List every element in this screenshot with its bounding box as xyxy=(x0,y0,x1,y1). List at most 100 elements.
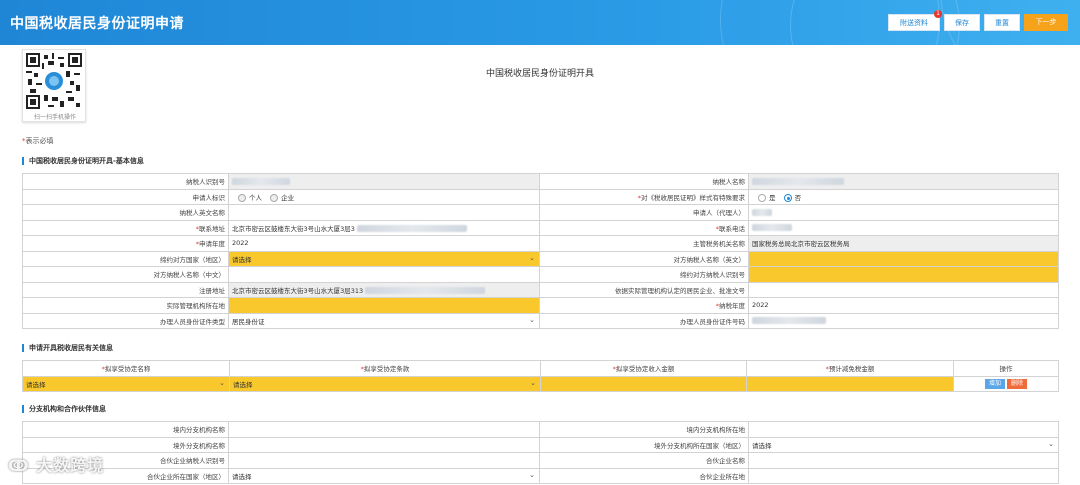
radio-special-no[interactable] xyxy=(783,193,792,202)
treaty-country-label: 缔约对方国家（地区） xyxy=(22,250,229,267)
tax-year-input[interactable]: 2022 xyxy=(748,297,1059,314)
qr-caption: 扫一扫手机操作 xyxy=(33,114,76,121)
treaty-actions: 增加 删除 xyxy=(953,375,1059,392)
watermark-logo-icon: ↂ xyxy=(8,456,30,475)
reg-addr-label: 注册地址 xyxy=(22,281,229,298)
qr-code-icon xyxy=(26,53,82,109)
apply-year-input[interactable]: 2022 xyxy=(228,235,540,252)
delete-row-button[interactable]: 删除 xyxy=(1007,378,1028,389)
qr-code-panel: 扫一扫手机操作 xyxy=(22,49,86,122)
partner-loc-label: 合伙企业所在地 xyxy=(539,467,749,484)
header-bar: 中国税收居民身份证明申请 附送资料 1 保存 重置 下一步 xyxy=(0,0,1080,45)
branch-table: 境内分支机构名称 境内分支机构所在地 境外分支机构名称 境外分支机构所在国家（地… xyxy=(22,421,1059,484)
chevron-down-icon: ⌄ xyxy=(1048,439,1054,448)
app-title: 中国税收居民身份证明申请 xyxy=(10,16,184,32)
treaty-income-header: *拟享受协定收入金额 xyxy=(540,360,747,377)
handler-id-type-select[interactable]: 居民身份证 ⌄ xyxy=(228,312,540,329)
apply-year-label: *申请年度 xyxy=(22,235,229,252)
resident-basis-input[interactable] xyxy=(748,281,1059,298)
radio-individual[interactable] xyxy=(238,193,246,202)
contact-phone-label: *联系电话 xyxy=(539,219,749,236)
partner-id-input[interactable] xyxy=(228,452,540,469)
special-req-group: 是 否 xyxy=(748,188,1059,205)
handler-id-no-input[interactable] xyxy=(748,312,1059,329)
treaty-income-input[interactable] xyxy=(540,375,747,392)
radio-enterprise[interactable] xyxy=(270,193,279,202)
agent-field[interactable] xyxy=(748,204,1059,221)
taxpayer-name-field xyxy=(748,173,1059,190)
special-req-label: *对《税收居民证明》样式有特殊要求 xyxy=(539,188,749,205)
attach-materials-button[interactable]: 附送资料 xyxy=(888,14,940,31)
required-note: *表示必填 xyxy=(22,136,54,146)
treaty-clause-select[interactable]: 请选择 ⌄ xyxy=(229,375,541,392)
basic-info-table: 纳税人识别号 纳税人名称 申请人标识 个人 企业 *对《税收居民证明》样式有特殊… xyxy=(22,173,1059,329)
agent-label: 申请人（代理人） xyxy=(539,204,749,221)
handler-id-type-label: 办理人员身份证件类型 xyxy=(22,312,229,329)
taxpayer-en-label: 纳税人英文名称 xyxy=(22,204,229,221)
section-title-branch: 分支机构和合作伙伴信息 xyxy=(22,405,106,413)
handler-id-no-label: 办理人员身份证件号码 xyxy=(539,312,749,329)
treaty-action-header: 操作 xyxy=(953,360,1059,377)
radio-special-yes-label: 是 xyxy=(769,193,776,202)
contact-addr-label: *联系地址 xyxy=(22,219,229,236)
counterpart-id-input[interactable] xyxy=(748,266,1059,283)
chevron-down-icon: ⌄ xyxy=(219,378,225,387)
page-title: 中国税收居民身份证明开具 xyxy=(485,69,594,79)
radio-individual-label: 个人 xyxy=(249,193,262,202)
taxpayer-id-label: 纳税人识别号 xyxy=(22,173,229,190)
chevron-down-icon: ⌄ xyxy=(530,378,536,387)
foreign-branch-name-label: 境外分支机构名称 xyxy=(22,436,229,453)
attachment-count-badge: 1 xyxy=(934,10,942,18)
contact-addr-input[interactable]: 北京市密云区鼓楼东大街3号山水大厦3层3 xyxy=(228,219,540,236)
treaty-name-select[interactable]: 请选择 ⌄ xyxy=(22,375,230,392)
counterpart-id-label: 缔约对方纳税人识别号 xyxy=(539,266,749,283)
radio-special-yes[interactable] xyxy=(758,193,766,202)
treaty-relief-input[interactable] xyxy=(746,375,954,392)
domestic-branch-name-input[interactable] xyxy=(228,421,540,438)
watermark: ↂ 大数跨境 xyxy=(8,452,104,476)
reset-button[interactable]: 重置 xyxy=(984,14,1020,31)
domestic-branch-name-label: 境内分支机构名称 xyxy=(22,421,229,438)
radio-enterprise-label: 企业 xyxy=(281,193,295,202)
mgmt-location-input[interactable] xyxy=(228,297,540,314)
taxpayer-en-input[interactable] xyxy=(228,204,540,221)
section-title-treaty: 申请开具税收居民有关信息 xyxy=(22,344,113,352)
counterpart-en-label: 对方纳税人名称（英文） xyxy=(539,250,749,267)
counterpart-cn-input[interactable] xyxy=(228,266,540,283)
domestic-branch-loc-input[interactable] xyxy=(748,421,1059,438)
treaty-relief-header: *预计减免税金额 xyxy=(746,360,954,377)
resident-basis-label: 依据实际管理机构认定的居民企业、批准文号 xyxy=(539,281,749,298)
partner-name-input[interactable] xyxy=(748,452,1059,469)
counterpart-en-input[interactable] xyxy=(748,250,1059,267)
watermark-text: 大数跨境 xyxy=(36,456,105,475)
reg-addr-value: 北京市密云区鼓楼东大街3号山水大厦3层313 xyxy=(228,281,540,298)
foreign-branch-country-label: 境外分支机构所在国家（地区） xyxy=(539,436,749,453)
foreign-branch-country-select[interactable]: 请选择 ⌄ xyxy=(748,436,1059,453)
counterpart-cn-label: 对方纳税人名称（中文） xyxy=(22,266,229,283)
taxpayer-id-field xyxy=(228,173,540,190)
add-row-button[interactable]: 增加 xyxy=(984,378,1005,389)
chevron-down-icon: ⌄ xyxy=(529,253,535,262)
applicant-type-group: 个人 企业 xyxy=(228,188,540,205)
partner-country-select[interactable]: 请选择 ⌄ xyxy=(228,467,540,484)
save-button[interactable]: 保存 xyxy=(944,14,980,31)
treaty-name-header: *拟享受协定名称 xyxy=(22,360,230,377)
treaty-country-select[interactable]: 请选择 ⌄ xyxy=(228,250,540,267)
domestic-branch-loc-label: 境内分支机构所在地 xyxy=(539,421,749,438)
required-note-text: 表示必填 xyxy=(25,137,54,145)
treaty-table: *拟享受协定名称 *拟享受协定条款 *拟享受协定收入金额 *预计减免税金额 操作… xyxy=(22,360,1059,392)
tax-office-value: 国家税务总局北京市密云区税务局 xyxy=(748,235,1059,252)
foreign-branch-name-input[interactable] xyxy=(228,436,540,453)
chevron-down-icon: ⌄ xyxy=(529,315,535,324)
contact-phone-input[interactable] xyxy=(748,219,1059,236)
mgmt-location-label: 实际管理机构所在地 xyxy=(22,297,229,314)
next-step-button[interactable]: 下一步 xyxy=(1024,14,1068,31)
taxpayer-name-label: 纳税人名称 xyxy=(539,173,749,190)
radio-special-no-label: 否 xyxy=(794,193,802,202)
section-title-basic: 中国税收居民身份证明开具-基本信息 xyxy=(22,157,144,165)
tax-office-label: 主管税务机关名称 xyxy=(539,235,749,252)
partner-loc-input[interactable] xyxy=(748,467,1059,484)
applicant-type-label: 申请人标识 xyxy=(22,188,229,205)
chevron-down-icon: ⌄ xyxy=(529,470,535,479)
tax-year-label: *纳税年度 xyxy=(539,297,749,314)
